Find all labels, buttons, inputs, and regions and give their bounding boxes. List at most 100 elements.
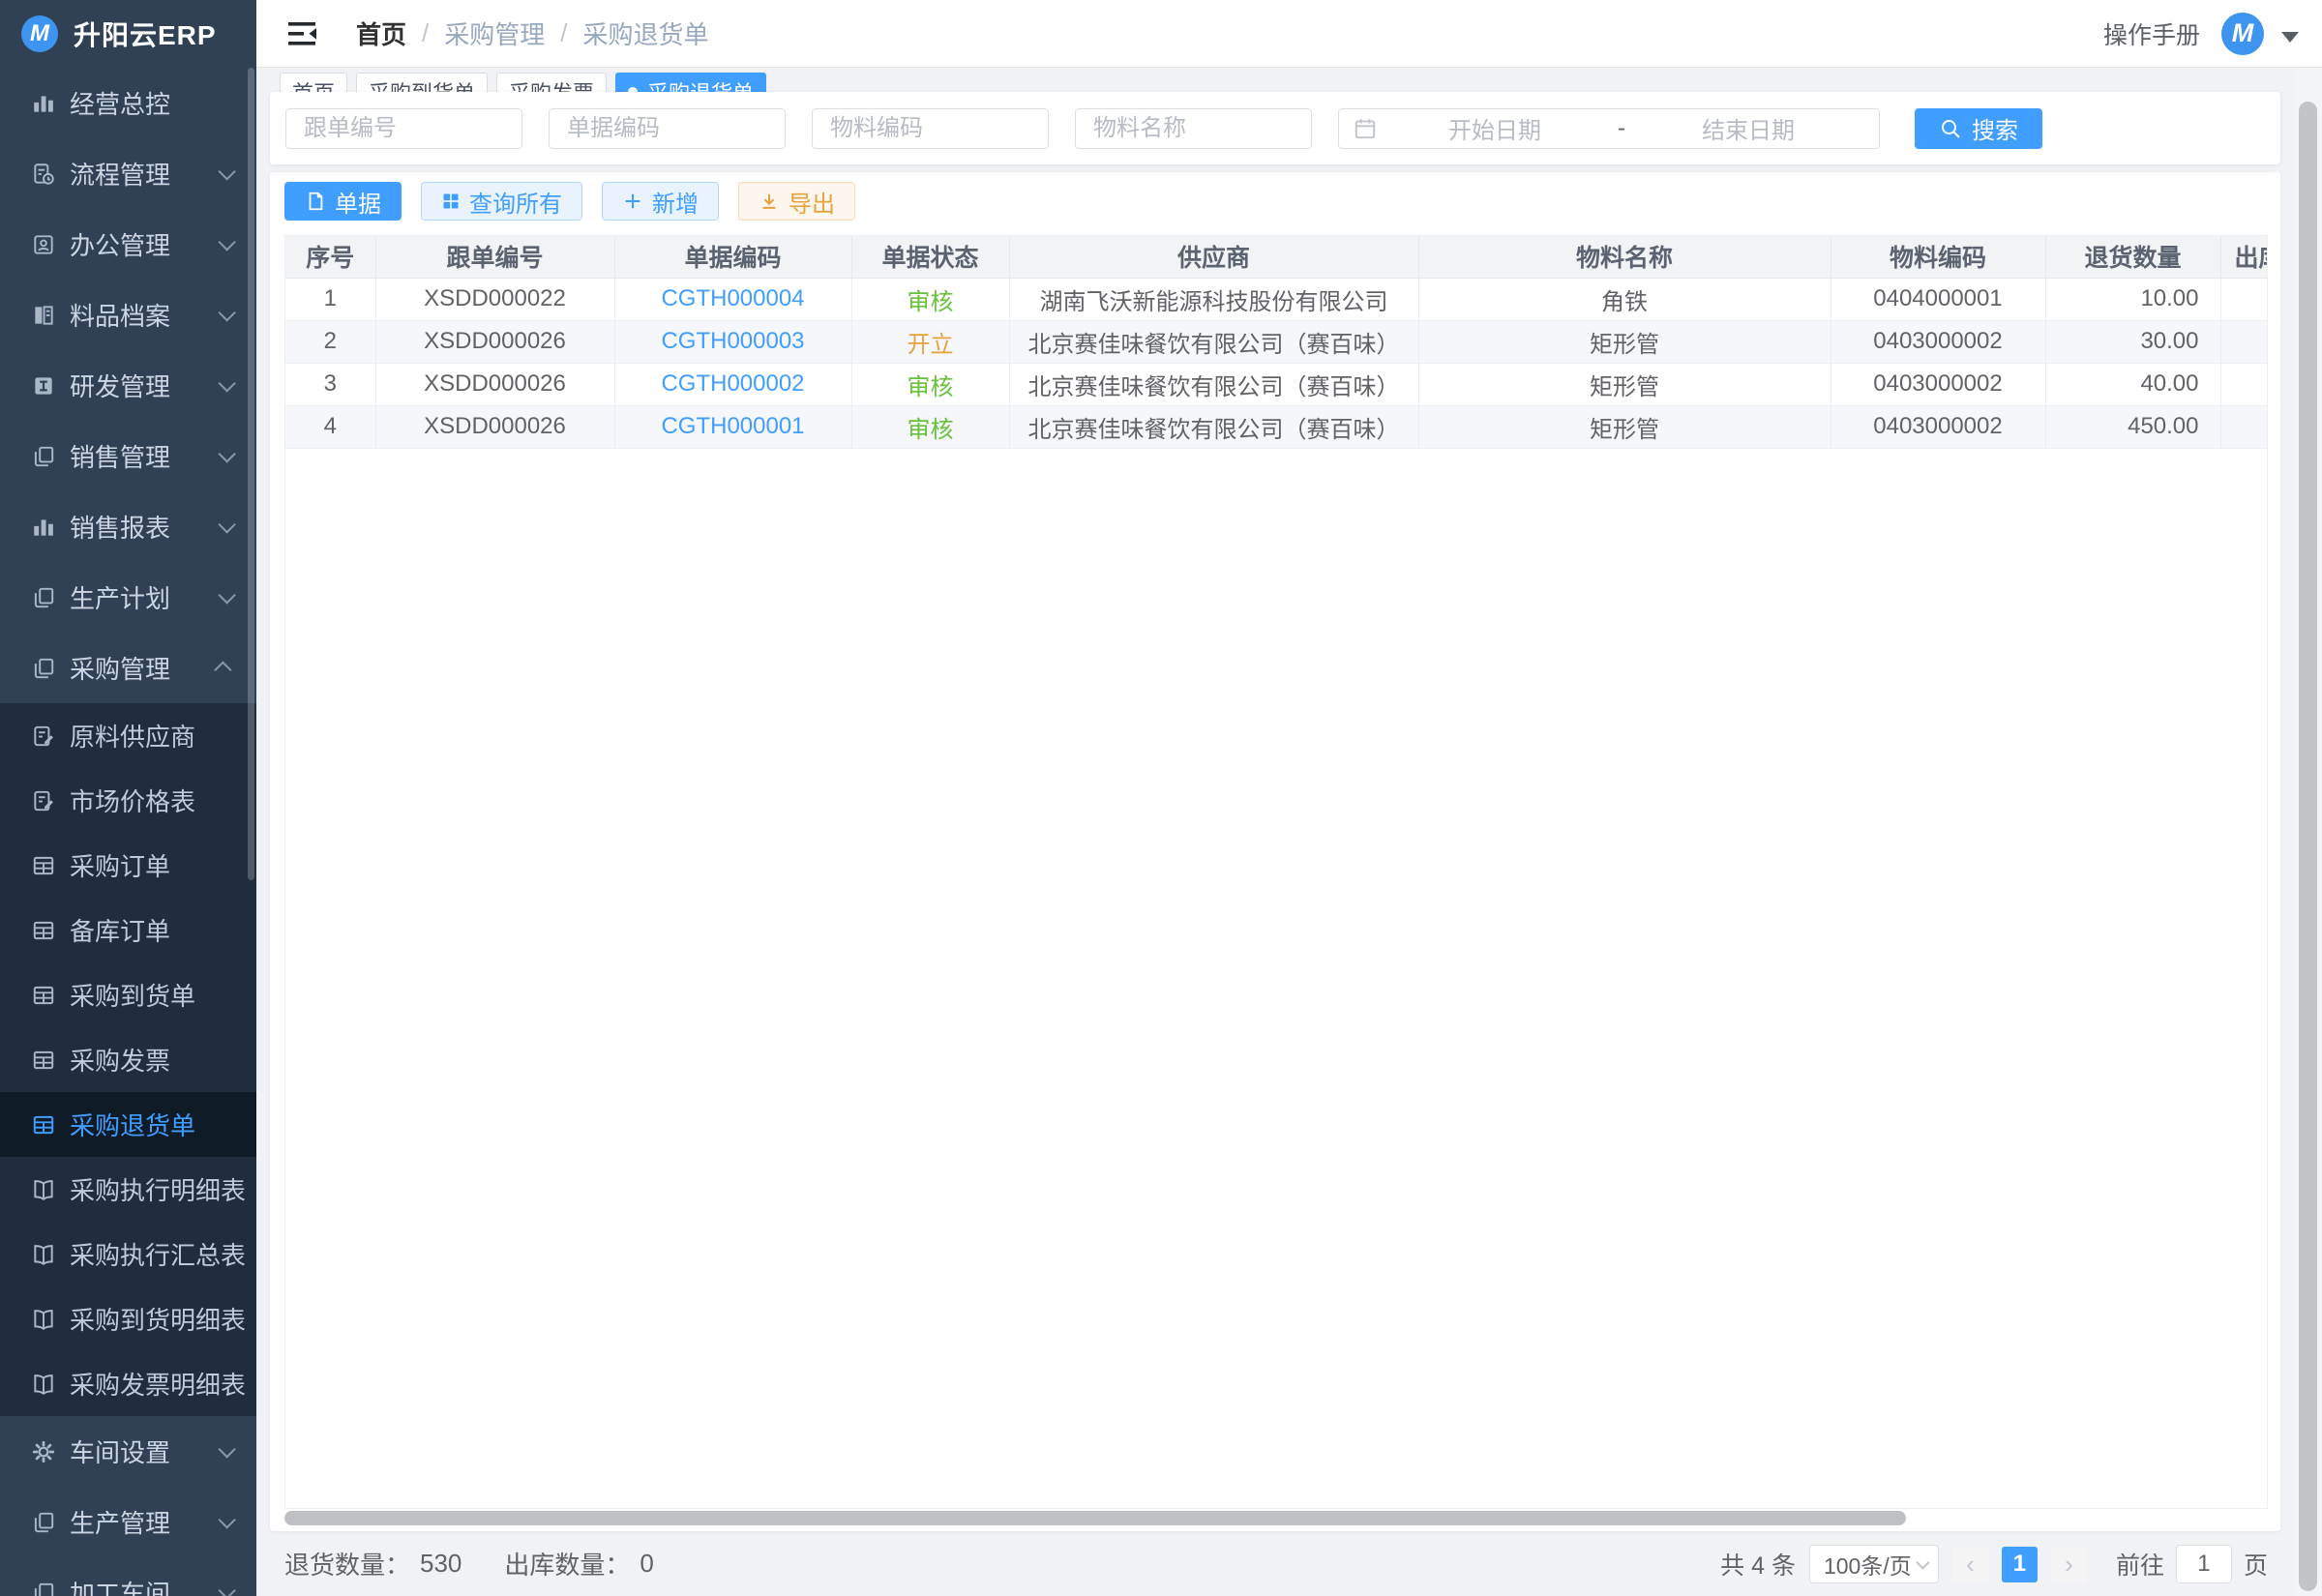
date-range-picker[interactable]: 开始日期 - 结束日期 bbox=[1338, 108, 1880, 149]
table-card: 单据 查询所有 新增 导出 bbox=[270, 172, 2280, 1531]
col-header-follow-no: 跟单编号 bbox=[375, 236, 614, 278]
page-size-select[interactable]: 100条/页 bbox=[1809, 1545, 1939, 1583]
cell-doc-code-link[interactable]: CGTH000001 bbox=[614, 405, 851, 448]
sidebar-item-office-mgmt[interactable]: 办公管理 bbox=[0, 209, 256, 280]
export-button[interactable]: 导出 bbox=[738, 182, 855, 221]
return-qty-label: 退货数量： bbox=[284, 1546, 410, 1581]
sidebar-item-production-mgmt[interactable]: 生产管理 bbox=[0, 1487, 256, 1557]
col-header-material-name: 物料名称 bbox=[1418, 236, 1831, 278]
col-header-return-qty: 退货数量 bbox=[2045, 236, 2220, 278]
sidebar-item-raw-supplier[interactable]: 原料供应商 bbox=[0, 703, 256, 768]
sidebar-item-processing-workshop[interactable]: 加工车间 bbox=[0, 1557, 256, 1596]
query-all-button[interactable]: 查询所有 bbox=[421, 182, 582, 221]
toolbar: 单据 查询所有 新增 导出 bbox=[284, 182, 855, 221]
sidebar-item-sales-mgmt[interactable]: 销售管理 bbox=[0, 421, 256, 491]
pages-icon bbox=[31, 585, 56, 610]
box-i-icon bbox=[31, 373, 56, 399]
cell-material-code: 0404000001 bbox=[1831, 278, 2045, 320]
horizontal-scrollbar[interactable] bbox=[284, 1511, 1906, 1525]
chevron-down-icon bbox=[218, 516, 235, 533]
cell-follow-no: XSDD000026 bbox=[375, 320, 614, 363]
sidebar-item-market-price[interactable]: 市场价格表 bbox=[0, 768, 256, 833]
sidebar-item-label: 采购发票明细表 bbox=[70, 1366, 246, 1402]
sidebar-item-label: 车间设置 bbox=[70, 1433, 219, 1469]
breadcrumb-home[interactable]: 首页 bbox=[356, 15, 406, 51]
cell-follow-no: XSDD000022 bbox=[375, 278, 614, 320]
app-title: 升阳云ERP bbox=[74, 15, 217, 53]
manual-link[interactable]: 操作手册 bbox=[2103, 16, 2200, 51]
export-button-label: 导出 bbox=[789, 185, 835, 219]
cell-material-name: 矩形管 bbox=[1418, 405, 1831, 448]
sidebar-item-purchase-exec-summary[interactable]: 采购执行汇总表 bbox=[0, 1222, 256, 1286]
sidebar-item-process-mgmt[interactable]: 流程管理 bbox=[0, 138, 256, 209]
cell-doc-code-link[interactable]: CGTH000002 bbox=[614, 363, 851, 405]
chevron-down-icon bbox=[218, 1511, 235, 1528]
sidebar-item-sales-report[interactable]: 销售报表 bbox=[0, 491, 256, 562]
sidebar-item-label: 采购订单 bbox=[70, 847, 231, 883]
sidebar-collapse-icon[interactable] bbox=[288, 21, 317, 46]
sidebar-item-purchase-exec-detail[interactable]: 采购执行明细表 bbox=[0, 1157, 256, 1222]
material-name-input[interactable] bbox=[1075, 108, 1312, 149]
search-button-label: 搜索 bbox=[1972, 111, 2018, 145]
pages-icon bbox=[31, 1510, 56, 1535]
cell-out-qty bbox=[2220, 405, 2268, 448]
date-range-separator: - bbox=[1612, 115, 1631, 142]
table-row[interactable]: 4 XSDD000026 CGTH000001 审核 北京赛佳味餐饮有限公司（赛… bbox=[285, 405, 2268, 448]
cell-material-code: 0403000002 bbox=[1831, 363, 2045, 405]
sidebar-menu: 经营总控 流程管理 办公管理 料品档案 研发管理 bbox=[0, 68, 256, 1596]
book-panels-icon bbox=[31, 303, 56, 328]
breadcrumb-separator: / bbox=[560, 18, 567, 48]
next-page-button[interactable]: › bbox=[2051, 1547, 2087, 1582]
order-follow-no-input[interactable] bbox=[285, 108, 522, 149]
goto-page-input[interactable] bbox=[2176, 1545, 2232, 1583]
sidebar-item-business-overview[interactable]: 经营总控 bbox=[0, 68, 256, 138]
material-code-input[interactable] bbox=[812, 108, 1049, 149]
open-book-icon bbox=[31, 1372, 56, 1397]
table-row[interactable]: 2 XSDD000026 CGTH000003 开立 北京赛佳味餐饮有限公司（赛… bbox=[285, 320, 2268, 363]
table-row[interactable]: 3 XSDD000026 CGTH000002 审核 北京赛佳味餐饮有限公司（赛… bbox=[285, 363, 2268, 405]
chevron-down-icon bbox=[218, 445, 235, 462]
grid-table-icon bbox=[31, 853, 56, 878]
doc-pencil-icon bbox=[31, 788, 56, 813]
add-button[interactable]: 新增 bbox=[602, 182, 719, 221]
sidebar-item-workshop-settings[interactable]: 车间设置 bbox=[0, 1416, 256, 1487]
search-button[interactable]: 搜索 bbox=[1915, 108, 2042, 149]
sidebar-item-purchase-invoice[interactable]: 采购发票 bbox=[0, 1027, 256, 1092]
sidebar-item-purchase-arrival[interactable]: 采购到货单 bbox=[0, 962, 256, 1027]
sidebar-item-production-plan[interactable]: 生产计划 bbox=[0, 562, 256, 633]
sidebar-item-label: 采购管理 bbox=[70, 650, 219, 686]
sidebar-item-purchase-arrival-detail[interactable]: 采购到货明细表 bbox=[0, 1286, 256, 1351]
sidebar-item-rnd-mgmt[interactable]: 研发管理 bbox=[0, 350, 256, 421]
prev-page-button[interactable]: ‹ bbox=[1952, 1547, 1988, 1582]
sidebar-item-purchase-mgmt[interactable]: 采购管理 bbox=[0, 633, 256, 703]
download-icon bbox=[759, 191, 780, 212]
doc-code-input[interactable] bbox=[549, 108, 786, 149]
sidebar-item-purchase-invoice-detail[interactable]: 采购发票明细表 bbox=[0, 1351, 256, 1416]
cell-index: 4 bbox=[285, 405, 375, 448]
sidebar-item-label: 流程管理 bbox=[70, 156, 219, 192]
sidebar-scrollbar[interactable] bbox=[248, 68, 254, 880]
sidebar-item-stock-order[interactable]: 备库订单 bbox=[0, 898, 256, 962]
table-row[interactable]: 1 XSDD000022 CGTH000004 审核 湖南飞沃新能源科技股份有限… bbox=[285, 278, 2268, 320]
sidebar-item-purchase-order[interactable]: 采购订单 bbox=[0, 833, 256, 898]
user-avatar[interactable]: M bbox=[2221, 13, 2264, 55]
sidebar-item-label: 生产管理 bbox=[70, 1504, 219, 1540]
add-button-label: 新增 bbox=[652, 185, 699, 219]
chart-bar-icon bbox=[31, 91, 56, 116]
vertical-scrollbar[interactable] bbox=[2299, 102, 2317, 1591]
cell-doc-code-link[interactable]: CGTH000003 bbox=[614, 320, 851, 363]
sidebar-item-label: 研发管理 bbox=[70, 368, 219, 403]
doc-clock-icon bbox=[31, 162, 56, 187]
sidebar-item-material-archive[interactable]: 料品档案 bbox=[0, 280, 256, 350]
cell-supplier: 北京赛佳味餐饮有限公司（赛百味） bbox=[1009, 320, 1418, 363]
cell-index: 1 bbox=[285, 278, 375, 320]
page-number-button[interactable]: 1 bbox=[2002, 1547, 2038, 1582]
sidebar-item-purchase-return[interactable]: 采购退货单 bbox=[0, 1092, 256, 1157]
cell-doc-code-link[interactable]: CGTH000004 bbox=[614, 278, 851, 320]
avatar-caret-icon[interactable] bbox=[2281, 32, 2299, 43]
breadcrumb-purchase-mgmt: 采购管理 bbox=[444, 15, 545, 51]
sidebar-item-label: 销售管理 bbox=[70, 438, 219, 474]
app-logo: M 升阳云ERP bbox=[0, 0, 256, 68]
document-button[interactable]: 单据 bbox=[284, 182, 402, 221]
out-qty-label: 出库数量： bbox=[504, 1546, 630, 1581]
